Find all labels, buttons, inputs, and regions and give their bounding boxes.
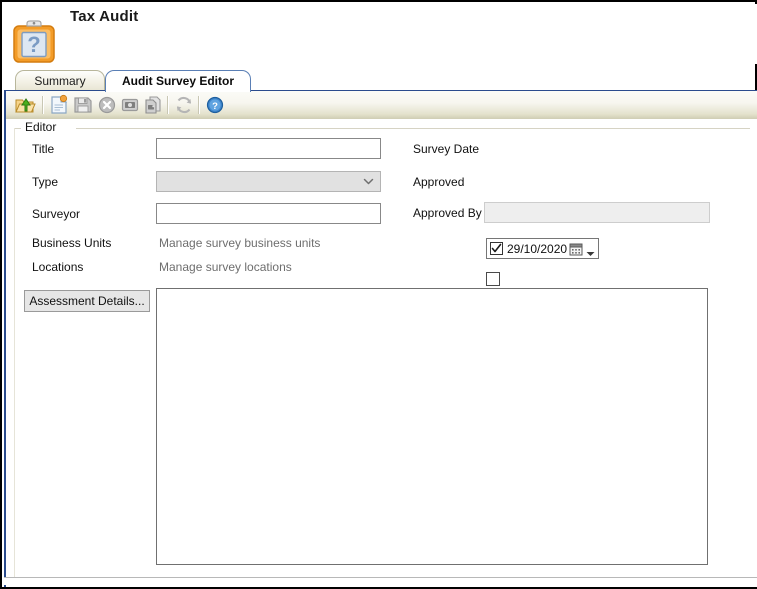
group-border-edge <box>14 128 15 581</box>
refresh-icon[interactable] <box>173 94 195 116</box>
survey-date-value: 29/10/2020 <box>507 242 567 256</box>
locations-label: Locations <box>32 260 83 274</box>
save-icon[interactable] <box>72 94 94 116</box>
tab-summary-label: Summary <box>16 71 104 92</box>
svg-text:?: ? <box>212 101 218 112</box>
editor-toolbar: ? <box>6 91 757 120</box>
type-combobox[interactable] <box>156 171 381 192</box>
assessment-details-panel[interactable] <box>156 288 708 565</box>
toolbar-separator <box>198 96 200 114</box>
window-bottom-strip <box>4 577 757 585</box>
print-copy-icon[interactable] <box>142 94 164 116</box>
photo-icon[interactable] <box>119 94 141 116</box>
approved-by-label: Approved By <box>413 206 482 220</box>
manage-business-units-link[interactable]: Manage survey business units <box>159 236 320 250</box>
open-folder-up-icon[interactable] <box>14 94 36 116</box>
help-icon[interactable]: ? <box>204 94 226 116</box>
survey-date-label: Survey Date <box>413 142 479 156</box>
toolbar-separator <box>42 96 44 114</box>
assessment-details-button[interactable]: Assessment Details... <box>24 290 150 312</box>
chevron-down-icon[interactable] <box>586 246 595 252</box>
svg-text:?: ? <box>27 32 40 57</box>
manage-locations-link[interactable]: Manage survey locations <box>159 260 292 274</box>
business-units-label: Business Units <box>32 236 111 250</box>
content-body: ? Editor Title Type <box>4 90 757 587</box>
survey-date-picker[interactable]: 29/10/2020 <box>486 238 599 259</box>
application-window: ? Tax Audit Summary Audit Survey Editor <box>0 0 757 589</box>
page-title: Tax Audit <box>70 8 138 25</box>
delete-icon[interactable] <box>96 94 118 116</box>
title-label: Title <box>32 142 54 156</box>
approved-label: Approved <box>413 175 464 189</box>
tab-audit-survey-editor[interactable]: Audit Survey Editor <box>105 70 251 92</box>
editor-group-box: Editor Title Type Surveyor Business Unit… <box>14 121 750 581</box>
new-document-icon[interactable] <box>48 94 70 116</box>
approved-checkbox[interactable] <box>486 272 500 286</box>
title-input[interactable] <box>156 138 381 159</box>
tab-audit-survey-editor-label: Audit Survey Editor <box>122 74 234 88</box>
group-border-left <box>14 128 21 129</box>
surveyor-input[interactable] <box>156 203 381 224</box>
group-border-right <box>76 128 750 129</box>
tab-strip: Summary Audit Survey Editor <box>4 68 757 92</box>
survey-date-checkbox[interactable] <box>490 242 503 255</box>
page-header: ? Tax Audit <box>4 4 757 64</box>
tab-summary[interactable]: Summary <box>15 70 105 92</box>
type-label: Type <box>32 175 58 189</box>
toolbar-separator <box>167 96 169 114</box>
calendar-icon[interactable] <box>569 242 583 256</box>
approved-by-input[interactable] <box>484 202 710 223</box>
clipboard-question-icon: ? <box>11 18 57 64</box>
editor-group-label: Editor <box>22 120 59 134</box>
surveyor-label: Surveyor <box>32 207 80 221</box>
chevron-down-icon <box>363 176 374 187</box>
